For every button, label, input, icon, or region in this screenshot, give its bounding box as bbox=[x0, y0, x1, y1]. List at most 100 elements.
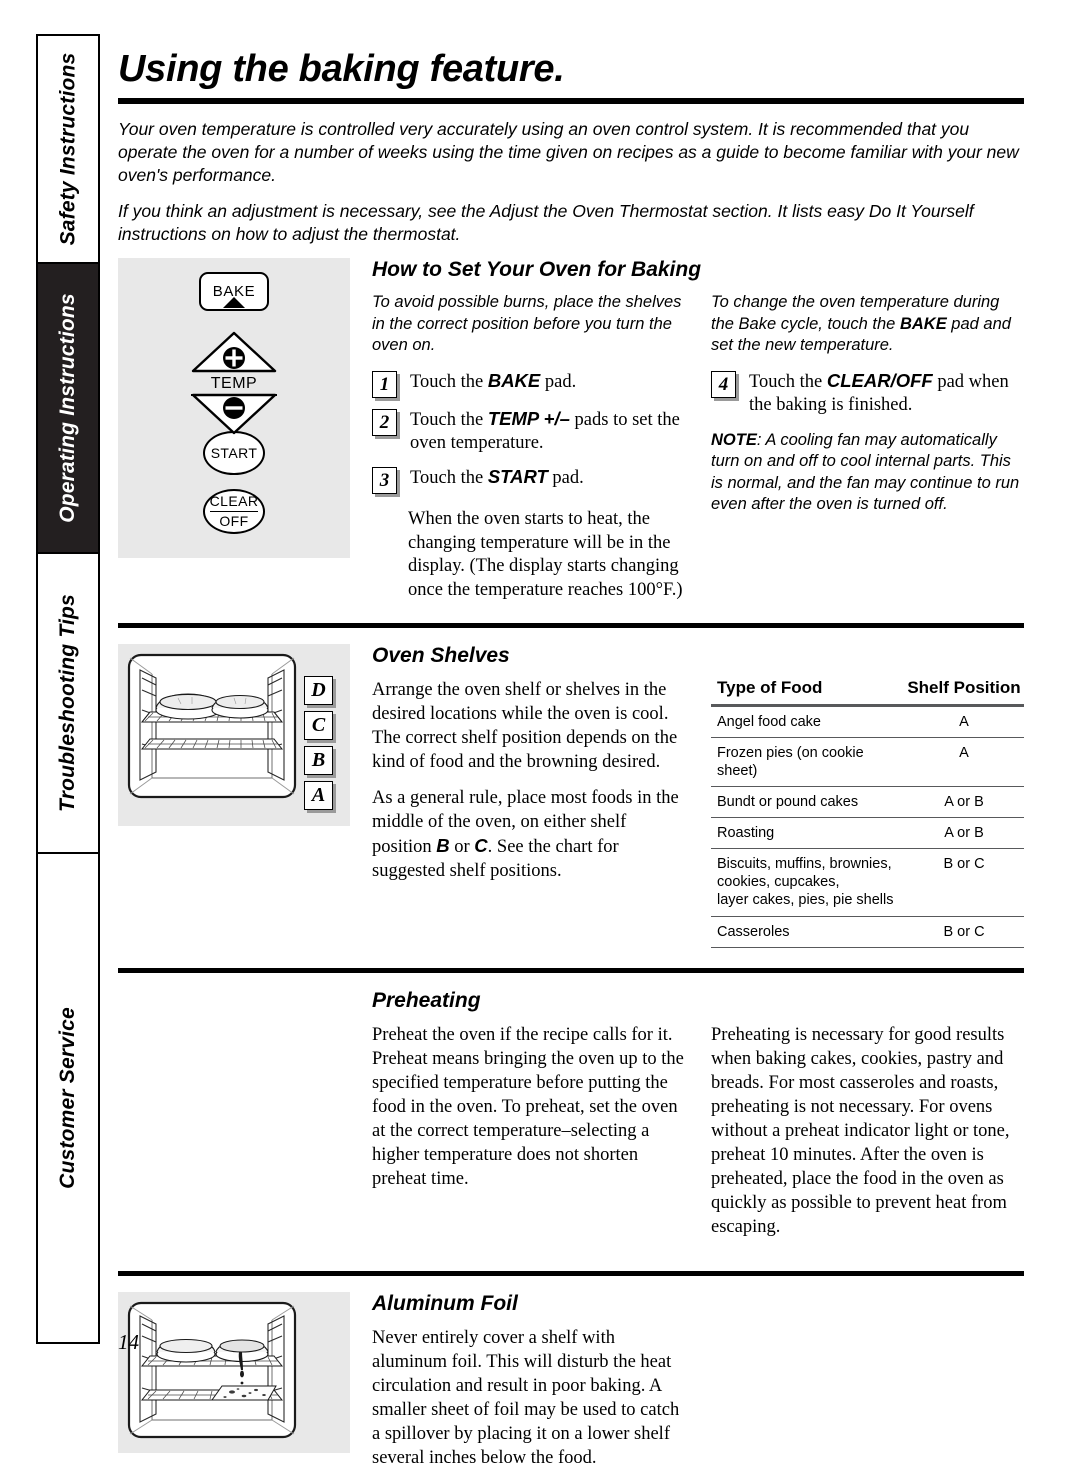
cell-food: Angel food cake bbox=[711, 705, 898, 738]
note-text: : A cooling fan may automatically turn o… bbox=[711, 430, 1020, 514]
step-3: 3 Touch the START pad. bbox=[372, 465, 685, 494]
intro-paragraph-1: Your oven temperature is controlled very… bbox=[118, 118, 1019, 186]
step-pad-name: TEMP +/– bbox=[487, 407, 570, 429]
oven-shelves-paragraph-1: Arrange the oven shelf or shelves in the… bbox=[372, 679, 678, 772]
step-text-pre: Touch the bbox=[410, 371, 488, 392]
cell-position: B or C bbox=[898, 916, 1024, 948]
control-panel-illustration: BAKE TEMP START CLEAR OFF bbox=[118, 258, 350, 559]
cell-food: Bundt or pound cakes bbox=[711, 786, 898, 819]
cooling-fan-note: NOTE: A cooling fan may automatically tu… bbox=[711, 430, 1024, 516]
page-number: 14 bbox=[118, 1330, 139, 1354]
step-pad-name: START bbox=[487, 465, 548, 487]
clear-off-pad-icon[interactable]: CLEAR OFF bbox=[203, 489, 265, 535]
aluminum-foil-text-column: Never entirely cover a shelf with alumin… bbox=[372, 1326, 685, 1482]
shelves-rule-mid: or bbox=[449, 836, 475, 857]
sidebar-tab-operating-instructions[interactable]: Operating Instructions bbox=[38, 264, 98, 554]
step-pad-name: CLEAR/OFF bbox=[826, 369, 933, 391]
section-heading-aluminum-foil: Aluminum Foil bbox=[372, 1292, 518, 1316]
cell-food: Roasting bbox=[711, 817, 898, 850]
sidebar-tab-customer-service[interactable]: Customer Service bbox=[38, 854, 98, 1342]
step-text: Touch the TEMP +/– pads to set the oven … bbox=[410, 407, 685, 456]
section-heading-baking: How to Set Your Oven for Baking bbox=[372, 258, 702, 282]
baking-column-left: To avoid possible burns, place the shelv… bbox=[372, 292, 685, 602]
bake-pad-icon[interactable]: BAKE bbox=[199, 272, 269, 312]
cell-food: Casseroles bbox=[711, 916, 898, 948]
temp-down-triangle-icon[interactable] bbox=[191, 393, 277, 435]
sidebar-tab-troubleshooting-tips[interactable]: Troubleshooting Tips bbox=[38, 554, 98, 854]
table-row: Biscuits, muffins, brownies, cookies, cu… bbox=[711, 848, 1024, 917]
step-text-pre: Touch the bbox=[410, 409, 488, 430]
step-pad-name: BAKE bbox=[487, 369, 541, 391]
shelf-letter-b: B bbox=[304, 745, 333, 775]
clear-pad-label-line2: OFF bbox=[219, 512, 249, 529]
step-text-post: pad. bbox=[547, 467, 584, 488]
column-header-shelf-position: Shelf Position bbox=[898, 677, 1024, 707]
table-row: Bundt or pound cakes A or B bbox=[711, 786, 1024, 819]
aluminum-foil-empty-column bbox=[711, 1326, 1024, 1482]
step-text: Touch the CLEAR/OFF pad when the baking … bbox=[749, 369, 1024, 418]
temp-up-triangle-icon[interactable] bbox=[191, 331, 277, 373]
step-number: 3 bbox=[372, 466, 397, 494]
aluminum-foil-paragraph: Never entirely cover a shelf with alumin… bbox=[372, 1328, 680, 1469]
step-4: 4 Touch the CLEAR/OFF pad when the bakin… bbox=[711, 369, 1024, 418]
baking-column-right: To change the oven temperature during th… bbox=[711, 292, 1024, 602]
step-number: 1 bbox=[372, 370, 397, 398]
oven-shelves-illustration: D C B A bbox=[118, 643, 350, 826]
shelf-position-c: C bbox=[474, 834, 488, 856]
cell-position: A bbox=[898, 705, 1024, 738]
section-aluminum-foil: Aluminum Foil Never entirely cover a she… bbox=[118, 1292, 1024, 1482]
step-number: 4 bbox=[711, 370, 736, 398]
step-1: 1 Touch the BAKE pad. bbox=[372, 369, 685, 398]
shelf-position-table: Type of Food Shelf Position Angel food c… bbox=[711, 677, 1024, 948]
sidebar-tab-safety-instructions[interactable]: Safety Instructions bbox=[38, 36, 98, 264]
title-rule bbox=[118, 97, 1024, 104]
step-number: 2 bbox=[372, 408, 397, 436]
page-body: Using the baking feature. Your oven temp… bbox=[118, 34, 1024, 1482]
step-text-pre: Touch the bbox=[749, 371, 827, 392]
shelf-position-b: B bbox=[436, 834, 450, 856]
start-pad-icon[interactable]: START bbox=[203, 430, 265, 476]
preheating-paragraph-right: Preheating is necessary for good results… bbox=[711, 1024, 1010, 1238]
section-preheating: Preheating Preheat the oven if the recip… bbox=[118, 989, 1024, 1251]
shelf-position-table-column: Type of Food Shelf Position Angel food c… bbox=[711, 677, 1024, 948]
start-pad-label: START bbox=[210, 445, 258, 461]
cell-position: A bbox=[898, 737, 1024, 787]
oven-interior-icon bbox=[127, 653, 297, 798]
sidebar-tab-label: Safety Instructions bbox=[56, 52, 79, 246]
table-row: Angel food cake A bbox=[711, 705, 1024, 738]
sidebar-tab-label: Troubleshooting Tips bbox=[56, 594, 80, 812]
oven-shelves-figure: D C B A bbox=[118, 643, 350, 826]
cell-position: A or B bbox=[898, 786, 1024, 819]
clear-pad-label-line1: CLEAR bbox=[209, 493, 259, 512]
cell-food: Frozen pies (on cookie sheet) bbox=[711, 737, 898, 787]
temp-pad-icon[interactable]: TEMP bbox=[191, 331, 277, 435]
cell-food: Biscuits, muffins, brownies, cookies, cu… bbox=[711, 848, 898, 917]
section-divider-3 bbox=[118, 1271, 1024, 1277]
note-label: NOTE bbox=[711, 430, 757, 449]
oven-foil-icon bbox=[127, 1302, 297, 1439]
section-heading-preheating: Preheating bbox=[372, 988, 481, 1012]
section-heading-oven-shelves: Oven Shelves bbox=[372, 643, 510, 667]
baking-lead-text: To avoid possible burns, place the shelv… bbox=[372, 293, 682, 355]
section-divider-2 bbox=[118, 967, 1024, 973]
aluminum-foil-figure bbox=[118, 1292, 350, 1454]
preheating-column-left: Preheat the oven if the recipe calls for… bbox=[372, 1023, 685, 1251]
oven-shelves-paragraph-2: As a general rule, place most foods in t… bbox=[372, 786, 685, 883]
section-oven-shelves: D C B A Oven Shelves Arrange the oven sh… bbox=[118, 643, 1024, 948]
column-header-type-of-food: Type of Food bbox=[711, 677, 898, 707]
step-3-continuation: When the oven starts to heat, the changi… bbox=[408, 508, 683, 600]
sidebar-tab-label: Customer Service bbox=[56, 1007, 80, 1189]
shelf-letter-a: A bbox=[304, 780, 333, 810]
step-text-pre: Touch the bbox=[410, 467, 488, 488]
shelf-letter-d: D bbox=[304, 675, 333, 705]
preheating-paragraph-left: Preheat the oven if the recipe calls for… bbox=[372, 1024, 684, 1189]
control-panel-figure: BAKE TEMP START CLEAR OFF bbox=[118, 258, 350, 559]
bake-pad-triangle-icon bbox=[223, 297, 245, 309]
sidebar-tab-label: Operating Instructions bbox=[56, 293, 79, 523]
table-header-row: Type of Food Shelf Position bbox=[711, 677, 1024, 707]
step-text: Touch the START pad. bbox=[410, 465, 584, 494]
intro-paragraph-2: If you think an adjustment is necessary,… bbox=[118, 200, 974, 244]
oven-shelves-text-column: Arrange the oven shelf or shelves in the… bbox=[372, 678, 685, 948]
section-divider-1 bbox=[118, 622, 1024, 628]
shelf-position-letters: D C B A bbox=[304, 675, 333, 816]
